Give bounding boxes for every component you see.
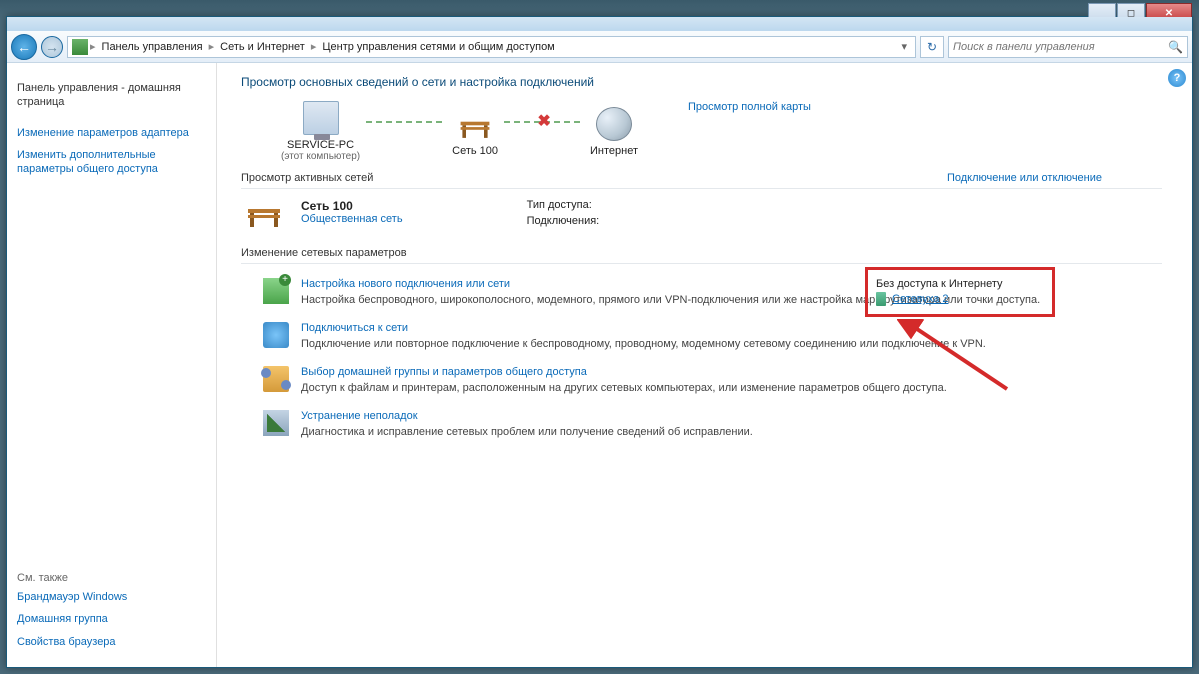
task-desc: Доступ к файлам и принтерам, расположенн… [301,381,947,396]
computer-icon [303,101,339,135]
search-box[interactable]: 🔍 [948,36,1188,58]
active-network: Сеть 100 Общественная сеть Тип доступа: … [241,199,1162,229]
connect-disconnect-link[interactable]: Подключение или отключение [947,172,1102,184]
refresh-button[interactable]: ↻ [920,36,944,58]
navigation-bar: ← → ▸ Панель управления ▸ Сеть и Интерне… [7,31,1192,63]
active-networks-label: Просмотр активных сетей [241,172,373,184]
adapter-icon [876,292,886,306]
task-item: Устранение неполадок Диагностика и испра… [263,410,1162,440]
breadcrumb-item[interactable]: Панель управления [98,41,207,53]
search-icon[interactable]: 🔍 [1168,40,1183,54]
sidebar-home-link[interactable]: Панель управления - домашняя страница [17,77,206,114]
connections-label: Подключения: [527,215,637,227]
network-type-link[interactable]: Общественная сеть [301,213,403,225]
task-desc: Диагностика и исправление сетевых пробле… [301,425,753,440]
task-link-connect[interactable]: Подключиться к сети [301,322,986,334]
sidebar-link-firewall[interactable]: Брандмауэр Windows [17,586,206,608]
nav-forward-button[interactable]: → [41,36,63,58]
search-input[interactable] [953,41,1168,53]
task-link-homegroup[interactable]: Выбор домашней группы и параметров общег… [301,366,947,378]
globe-icon [596,107,632,141]
map-network-name: Сеть 100 [452,145,498,157]
breadcrumb-item[interactable]: Сеть и Интернет [216,41,309,53]
control-panel-icon [72,39,88,55]
page-title: Просмотр основных сведений о сети и наст… [241,75,1162,89]
breadcrumb-item[interactable]: Центр управления сетями и общим доступом [318,41,558,53]
network-name: Сеть 100 [301,199,403,213]
map-node-internet: Интернет [590,107,638,157]
nav-back-button[interactable]: ← [11,34,37,60]
sidebar-link-advanced-sharing[interactable]: Изменить дополнительные параметры общего… [17,144,206,181]
task-item: Выбор домашней группы и параметров общег… [263,366,1162,396]
connect-network-icon [263,322,289,348]
map-pc-sub: (этот компьютер) [281,151,360,162]
task-link-troubleshoot[interactable]: Устранение неполадок [301,410,753,422]
change-settings-label: Изменение сетевых параметров [241,247,1162,259]
map-node-network: Сеть 100 [452,107,498,157]
troubleshoot-icon [263,410,289,436]
content-area: Просмотр основных сведений о сети и наст… [217,63,1192,667]
map-connection-line [366,121,446,123]
bench-icon [241,203,287,229]
new-connection-icon [263,278,289,304]
see-also-label: См. также [17,566,206,586]
map-internet-label: Интернет [590,145,638,157]
sidebar-link-internet-options[interactable]: Свойства браузера [17,631,206,653]
titlebar[interactable] [7,17,1192,31]
sidebar-link-adapter-settings[interactable]: Изменение параметров адаптера [17,122,206,144]
access-type-label: Тип доступа: [527,199,637,211]
map-broken-line [504,121,584,123]
homegroup-icon [263,366,289,392]
map-pc-name: SERVICE-PC [281,139,360,151]
sidebar-link-homegroup[interactable]: Домашняя группа [17,608,206,630]
explorer-window: _ ◻ ✕ ← → ▸ Панель управления ▸ Сеть и И… [6,16,1193,668]
access-value: Без доступа к Интернету [876,278,1003,290]
highlighted-annotation-box: Без доступа к Интернету Сетевуха 2 [865,267,1055,317]
sidebar: Панель управления - домашняя страница Из… [7,63,217,667]
full-map-link[interactable]: Просмотр полной карты [688,101,811,113]
breadcrumb[interactable]: ▸ Панель управления ▸ Сеть и Интернет ▸ … [67,36,916,58]
map-node-pc: SERVICE-PC (этот компьютер) [281,101,360,162]
task-desc: Подключение или повторное подключение к … [301,337,986,352]
connection-link[interactable]: Сетевуха 2 [892,293,949,305]
bench-icon [457,107,493,141]
network-map: SERVICE-PC (этот компьютер) Сеть 100 Инт… [281,101,638,162]
task-item: Подключиться к сети Подключение или повт… [263,322,1162,352]
breadcrumb-dropdown[interactable]: ▾ [897,40,911,53]
